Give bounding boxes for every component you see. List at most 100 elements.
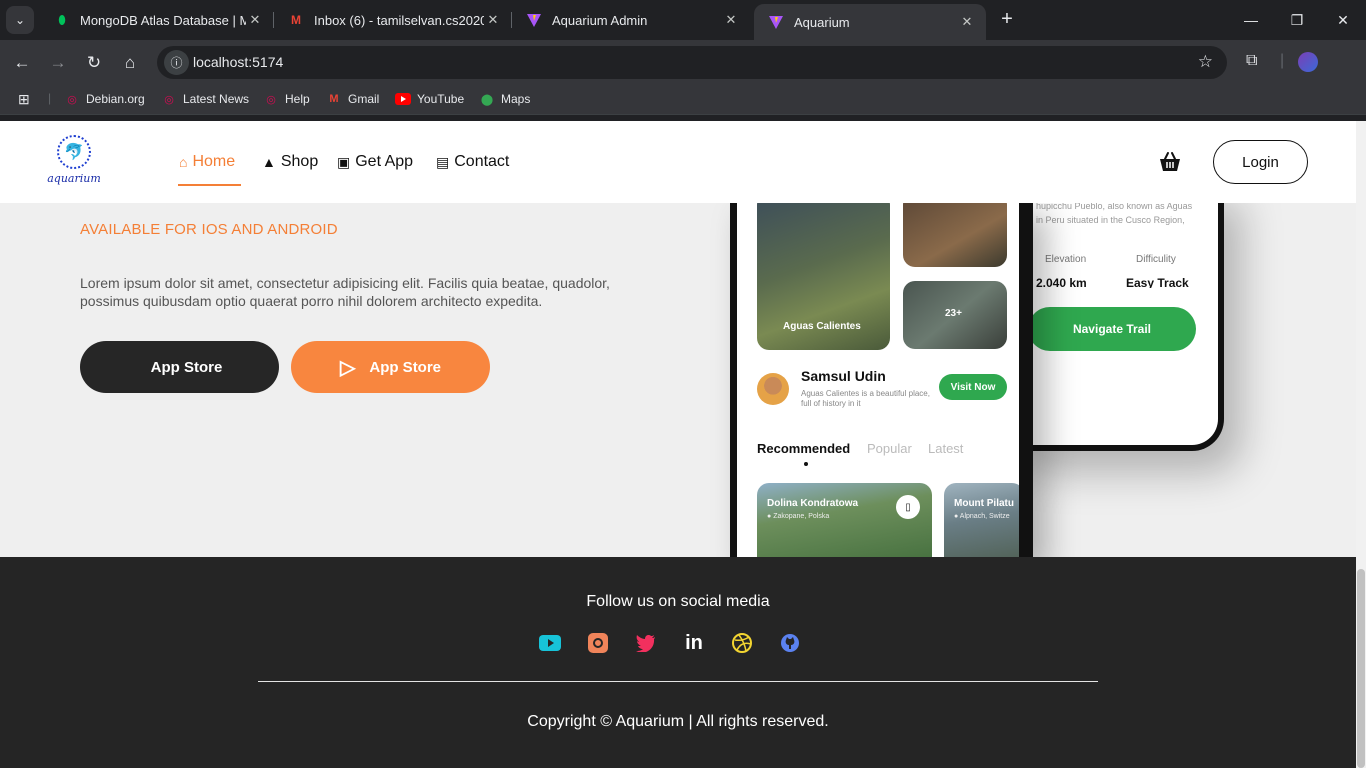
home-icon: ⌂ <box>179 154 188 170</box>
scrollbar-thumb[interactable] <box>1357 569 1365 768</box>
youtube-icon[interactable] <box>538 631 562 655</box>
bookmark-latest-news[interactable]: ◎ Latest News <box>161 91 249 107</box>
logo-text: aquarium <box>47 172 101 185</box>
apps-grid-icon[interactable]: ⊞ <box>18 91 30 108</box>
github-icon[interactable] <box>778 631 802 655</box>
tab-popular: Popular <box>867 441 912 456</box>
more-photos-count: 23+ <box>945 308 962 319</box>
mountain-photo: Aguas Calientes <box>757 203 890 350</box>
site-footer: Follow us on social media in Copyright ©… <box>0 557 1356 768</box>
linkedin-icon[interactable]: in <box>682 631 706 655</box>
new-tab-plus-icon[interactable]: + <box>996 8 1018 30</box>
close-tab-icon[interactable]: ✕ <box>958 14 976 30</box>
stat-label-elevation: Elevation <box>1045 254 1087 265</box>
bookmarks-bar: ⊞ | ◎ Debian.org ◎ Latest News ◎ Help M … <box>0 85 1366 115</box>
back-arrow-icon[interactable]: ← <box>8 49 36 77</box>
bookmark-help[interactable]: ◎ Help <box>263 91 310 107</box>
bookmark-gmail[interactable]: M Gmail <box>326 91 379 107</box>
hero-description: Lorem ipsum dolor sit amet, consectetur … <box>80 275 610 309</box>
site-header: 🐬 aquarium ⌂ Home ▲ Shop ▣ Get App ▤ Con… <box>0 121 1356 203</box>
nav-home[interactable]: ⌂ Home <box>179 153 235 171</box>
debian-icon: ◎ <box>164 93 174 106</box>
active-tab-dot <box>804 462 808 466</box>
page-viewport: hupicchu Pueblo, also known as Aguas in … <box>0 121 1366 768</box>
hero-tagline: AVAILABLE FOR IOS AND ANDROID <box>80 221 338 238</box>
tab-aquarium-admin[interactable]: Aquarium Admin ✕ <box>512 0 750 40</box>
cart-basket-icon[interactable] <box>1158 150 1182 174</box>
google-play-icon: ▷ <box>339 356 356 379</box>
bookmark-icon: ▯ <box>896 495 920 519</box>
bookmarks-divider: | <box>48 91 52 105</box>
youtube-icon <box>395 91 411 107</box>
profile-name: Samsul Udin <box>801 368 886 384</box>
more-photos-tile: 23+ <box>903 281 1007 349</box>
tab-recommended: Recommended <box>757 441 851 456</box>
instagram-icon[interactable] <box>586 631 610 655</box>
profile-avatar[interactable] <box>1298 52 1318 72</box>
gmail-icon: M <box>329 93 339 105</box>
nav-shop[interactable]: ▲ Shop <box>262 153 318 171</box>
debian-icon: ◎ <box>67 93 77 106</box>
reload-icon[interactable]: ↻ <box>80 49 108 77</box>
nav-active-underline <box>178 184 241 186</box>
minimize-icon[interactable]: — <box>1228 0 1274 40</box>
profile-avatar <box>757 373 789 405</box>
gmail-icon: M <box>291 13 301 27</box>
maps-icon: ⬤ <box>480 93 494 106</box>
stat-value-difficulty: Easy Track <box>1126 276 1189 288</box>
bookmark-star-icon[interactable]: ☆ <box>1198 52 1213 72</box>
tab-latest: Latest <box>928 441 964 456</box>
app-store-button[interactable]: App Store <box>80 341 279 393</box>
login-button[interactable]: Login <box>1213 140 1308 184</box>
navigate-trail-button: Navigate Trail <box>1028 307 1196 351</box>
home-icon[interactable]: ⌂ <box>116 49 144 77</box>
aquarium-logo[interactable]: 🐬 aquarium <box>46 135 102 185</box>
google-play-button[interactable]: ▷ App Store <box>291 341 490 393</box>
close-tab-icon[interactable]: ✕ <box>484 12 502 28</box>
phone-front-screen: Aguas Calientes 23+ Samsul Udin Aguas Ca… <box>737 203 1019 563</box>
phone-back-screen: hupicchu Pueblo, also known as Aguas in … <box>1006 181 1218 445</box>
address-url[interactable]: localhost:5174 <box>193 54 283 70</box>
app-icon: ▣ <box>337 153 351 170</box>
footer-divider <box>258 681 1098 682</box>
profile-description: Aguas Calientes is a beautiful place, fu… <box>801 389 930 408</box>
twitter-icon[interactable] <box>634 631 658 655</box>
bookmark-debian[interactable]: ◎ Debian.org <box>64 91 145 107</box>
trail-description: hupicchu Pueblo, also known as Aguas in … <box>1036 201 1193 225</box>
vite-icon <box>768 14 784 30</box>
tab-gmail[interactable]: M Inbox (6) - tamilselvan.cs2020@ ✕ <box>274 0 512 40</box>
page-scrollbar[interactable] <box>1356 121 1366 768</box>
location-pin-icon: ● Alpnach, Switze <box>954 513 1010 520</box>
location-pin-icon: ● Zakopane, Polska <box>767 513 830 520</box>
place-card: Mount Pilatu ● Alpnach, Switze <box>944 483 1019 563</box>
site-info-icon[interactable]: ⓘ <box>164 50 189 75</box>
dribbble-icon[interactable] <box>730 631 754 655</box>
tab-search-icon[interactable]: ⌄ <box>6 6 34 34</box>
close-window-icon[interactable]: ✕ <box>1320 0 1366 40</box>
forward-arrow-icon[interactable]: → <box>44 49 72 77</box>
mongodb-leaf-icon: ⬮ <box>58 12 66 27</box>
restore-icon[interactable]: ❐ <box>1274 0 1320 40</box>
copyright-text: Copyright © Aquarium | All rights reserv… <box>527 713 829 730</box>
nav-contact[interactable]: ▤ Contact <box>436 153 509 171</box>
browser-tab-bar: ⌄ ⬮ MongoDB Atlas Database | Mul ✕ M Inb… <box>0 0 1366 40</box>
bookmark-maps[interactable]: ⬤ Maps <box>479 91 531 107</box>
canyon-photo <box>903 203 1007 267</box>
close-tab-icon[interactable]: ✕ <box>722 12 740 28</box>
tab-mongodb[interactable]: ⬮ MongoDB Atlas Database | Mul ✕ <box>40 0 274 40</box>
follow-heading: Follow us on social media <box>586 593 770 610</box>
stat-label-difficulty: Difficulity <box>1136 254 1176 265</box>
toolbar-divider: | <box>1280 52 1285 69</box>
phone-mockup-back: hupicchu Pueblo, also known as Aguas in … <box>1000 181 1224 451</box>
photo-caption: Aguas Calientes <box>783 321 861 332</box>
address-bar[interactable]: ⓘ localhost:5174 ☆ <box>157 46 1227 79</box>
contact-card-icon: ▤ <box>436 153 450 170</box>
tab-aquarium[interactable]: Aquarium ✕ <box>754 4 986 40</box>
nav-get-app[interactable]: ▣ Get App <box>337 153 413 171</box>
shapes-icon: ▲ <box>262 154 276 170</box>
stat-value-elevation: 2.040 km <box>1036 276 1087 288</box>
close-tab-icon[interactable]: ✕ <box>246 12 264 28</box>
debian-icon: ◎ <box>266 93 276 106</box>
bookmark-youtube[interactable]: YouTube <box>395 91 464 107</box>
extensions-puzzle-icon[interactable]: ⧉ <box>1246 52 1257 70</box>
